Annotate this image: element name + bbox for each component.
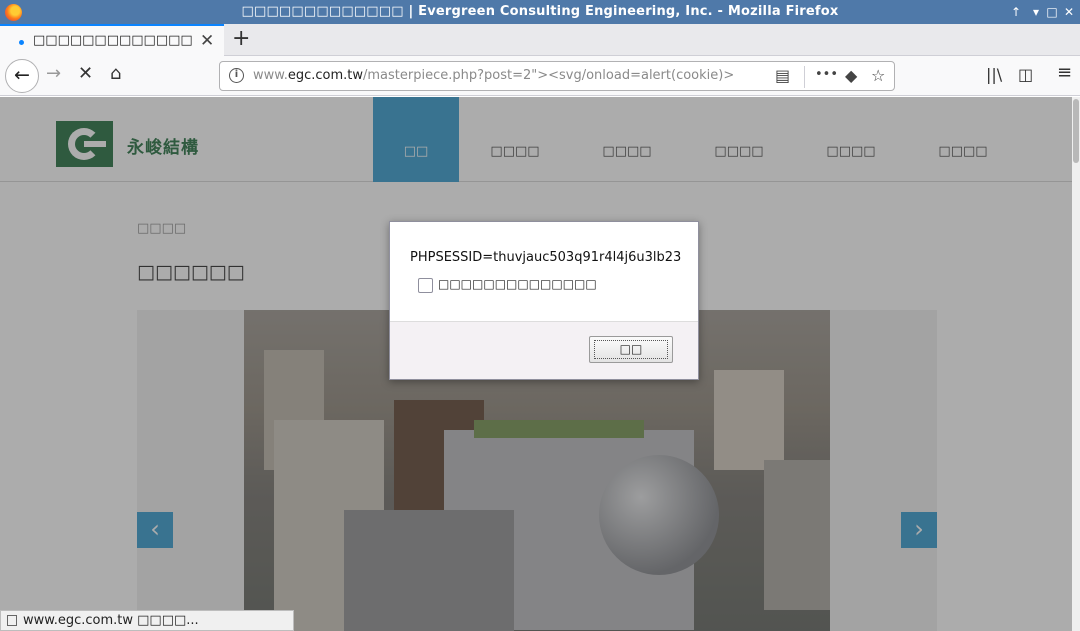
tab-strip: □□□□□□□□□□□□□ ✕ +: [0, 24, 1080, 56]
url-host: egc.com.tw: [287, 68, 363, 83]
pocket-icon[interactable]: ◆: [845, 66, 857, 85]
tab-active[interactable]: □□□□□□□□□□□□□ ✕: [0, 24, 224, 56]
page-scrollbar[interactable]: [1072, 97, 1080, 631]
url-separator: [804, 66, 805, 88]
url-bar[interactable]: i www.egc.com.tw/masterpiece.php?post=2"…: [219, 61, 895, 91]
new-tab-button[interactable]: +: [232, 26, 250, 51]
status-text: www.egc.com.tw □□□□...: [23, 613, 199, 628]
back-button[interactable]: ←: [5, 59, 39, 93]
status-bar: www.egc.com.tw □□□□...: [0, 610, 294, 631]
alert-message: PHPSESSID=thuvjauc503q91r4l4j6u3lb23: [410, 250, 682, 265]
menu-icon[interactable]: ≡: [1057, 62, 1072, 83]
window-up-icon[interactable]: ↑: [1007, 3, 1025, 21]
sidebar-icon[interactable]: ◫: [1018, 65, 1033, 84]
url-path: /masterpiece.php?post=2"><svg/onload=ale…: [363, 68, 735, 83]
navigation-toolbar: ← → ✕ ⌂ i www.egc.com.tw/masterpiece.php…: [0, 56, 1080, 96]
loading-dot-icon: [19, 40, 24, 45]
window-title: □□□□□□□□□□□□□ | Evergreen Consulting Eng…: [241, 4, 839, 19]
stop-button[interactable]: ✕: [78, 63, 93, 84]
prevent-dialogs-label[interactable]: □□□□□□□□□□□□□□: [438, 277, 597, 291]
reader-view-icon[interactable]: ▤: [775, 66, 790, 85]
close-window-icon[interactable]: ✕: [1060, 3, 1078, 21]
bookmark-star-icon[interactable]: ☆: [871, 66, 885, 85]
url-text[interactable]: www.egc.com.tw/masterpiece.php?post=2"><…: [253, 68, 734, 83]
window-titlebar: □□□□□□□□□□□□□ | Evergreen Consulting Eng…: [0, 0, 1080, 24]
home-button[interactable]: ⌂: [110, 63, 121, 84]
maximize-icon[interactable]: □: [1043, 3, 1061, 21]
alert-dialog: PHPSESSID=thuvjauc503q91r4l4j6u3lb23 □□□…: [389, 221, 699, 380]
site-info-icon[interactable]: i: [229, 68, 244, 83]
tab-label: □□□□□□□□□□□□□: [33, 33, 193, 48]
prevent-dialogs-checkbox[interactable]: [418, 278, 433, 293]
scrollbar-thumb[interactable]: [1073, 99, 1079, 163]
ok-button[interactable]: □□: [589, 336, 673, 363]
forward-button[interactable]: →: [46, 63, 61, 84]
tab-close-icon[interactable]: ✕: [200, 31, 214, 51]
page-actions-icon[interactable]: •••: [815, 67, 838, 82]
status-page-icon: [7, 615, 17, 626]
url-prefix: www.: [253, 68, 288, 83]
dialog-footer: □□: [390, 321, 698, 379]
library-icon[interactable]: ||\: [986, 65, 1002, 84]
